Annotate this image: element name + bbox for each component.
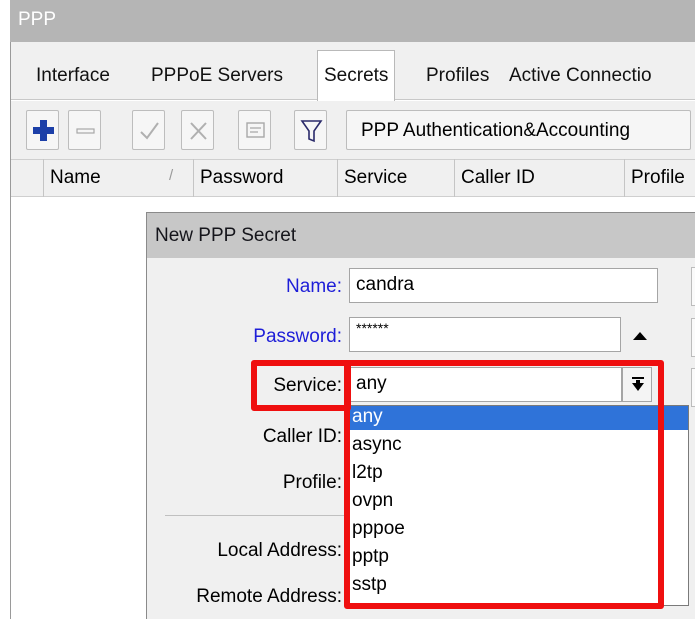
- column-profile[interactable]: Profile: [624, 159, 695, 197]
- section-divider: [165, 515, 345, 516]
- x-icon: [190, 122, 207, 140]
- column-name-label: Name: [50, 167, 101, 188]
- column-name[interactable]: Name /: [43, 159, 193, 197]
- dialog-title: New PPP Secret: [155, 225, 297, 246]
- column-password[interactable]: Password: [193, 159, 337, 197]
- tab-secrets[interactable]: Secrets: [317, 50, 396, 101]
- name-field[interactable]: candra: [349, 268, 658, 303]
- minus-icon: [76, 128, 95, 134]
- filter-button[interactable]: [294, 110, 327, 150]
- apply-button[interactable]: [691, 368, 695, 407]
- triangle-up-icon: [633, 332, 647, 340]
- sort-indicator-icon: /: [169, 167, 174, 184]
- tab-pppoe-servers[interactable]: PPPoE Servers: [145, 55, 289, 97]
- window-title: PPP: [18, 9, 57, 30]
- enable-button[interactable]: [132, 110, 165, 150]
- tab-active-connections[interactable]: Active Connectio: [503, 55, 658, 97]
- check-icon: [140, 122, 159, 140]
- ppp-auth-accounting-button[interactable]: PPP Authentication&Accounting: [346, 110, 691, 150]
- password-label: Password:: [253, 326, 342, 347]
- password-toggle-button[interactable]: [628, 325, 652, 345]
- service-label-highlight: [251, 360, 351, 411]
- local-address-label: Local Address:: [217, 540, 342, 561]
- disable-button[interactable]: [181, 110, 214, 150]
- tab-profiles[interactable]: Profiles: [420, 55, 495, 97]
- comment-button[interactable]: [238, 110, 271, 150]
- tab-interface[interactable]: Interface: [30, 55, 116, 97]
- remove-button[interactable]: [68, 110, 101, 150]
- ok-button[interactable]: [691, 267, 695, 306]
- password-field[interactable]: ******: [349, 317, 621, 352]
- note-icon: [246, 122, 265, 138]
- plus-icon: [33, 120, 54, 141]
- remote-address-label: Remote Address:: [196, 586, 342, 607]
- service-options-highlight: [344, 360, 664, 609]
- profile-label: Profile:: [282, 472, 342, 493]
- cancel-button[interactable]: [691, 318, 695, 357]
- window-titlebar[interactable]: [10, 0, 695, 42]
- column-caller-id[interactable]: Caller ID: [454, 159, 624, 197]
- caller-id-label: Caller ID:: [262, 426, 342, 447]
- name-label: Name:: [286, 276, 342, 297]
- column-service[interactable]: Service: [337, 159, 454, 197]
- add-button[interactable]: [26, 110, 59, 150]
- filter-icon: [300, 120, 323, 143]
